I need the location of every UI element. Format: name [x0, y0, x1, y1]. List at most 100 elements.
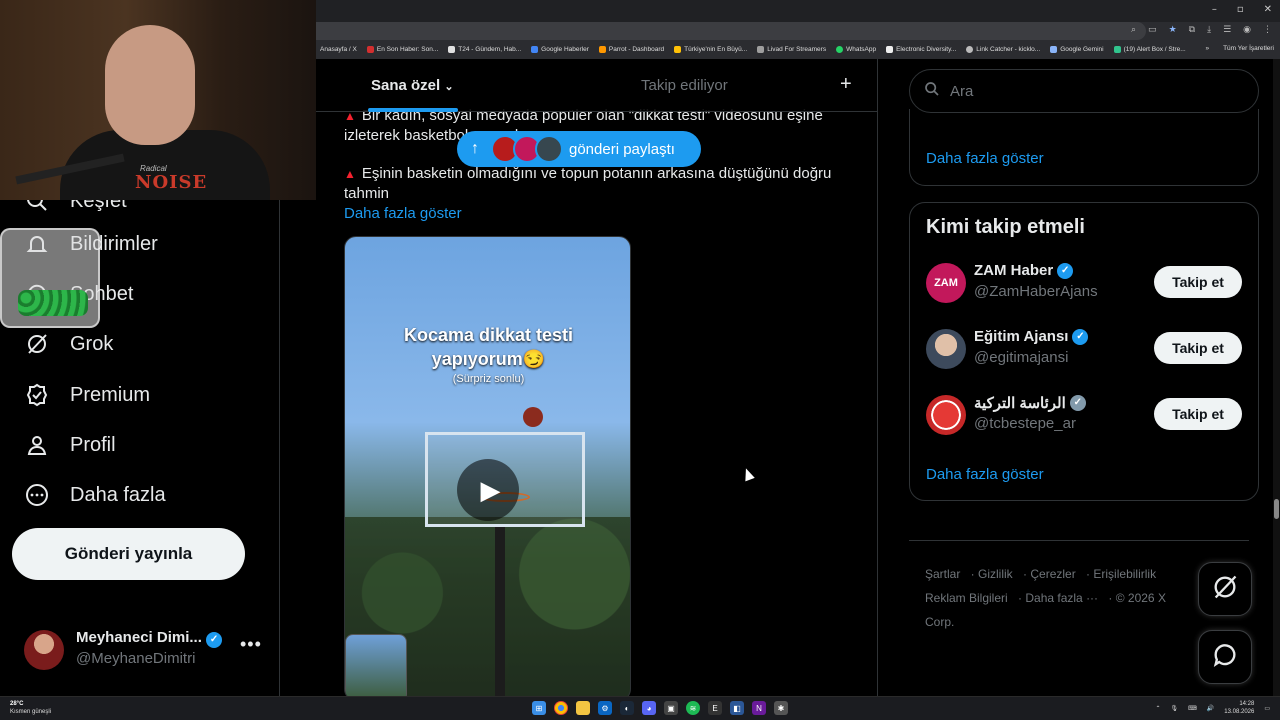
bookmarks-overflow[interactable]: »	[1205, 45, 1209, 52]
show-more-link[interactable]: Daha fazla göster	[926, 466, 1044, 483]
messages-fab[interactable]	[1198, 630, 1252, 684]
time: 14:28	[1239, 701, 1255, 707]
webcam-person-head	[105, 25, 195, 145]
trends-card: Daha fazla göster	[909, 109, 1259, 186]
epic-games-icon[interactable]: E	[708, 701, 722, 715]
app-icon[interactable]: ✱	[774, 701, 788, 715]
chevron-up-icon[interactable]: ⌃	[1155, 705, 1160, 712]
grok-icon	[1211, 573, 1239, 606]
tab-for-you[interactable]: Sana özel ⌄	[371, 77, 454, 94]
video-player[interactable]: Kocama dikkat testi yapıyorum😏 (Sürpriz s…	[344, 236, 631, 696]
footer-link[interactable]: Erişilebilirlik	[1093, 567, 1156, 581]
chrome-icon[interactable]	[554, 701, 568, 715]
account-switcher[interactable]: Meyhaneci Dimi... ✓ @MeyhaneDimitri •••	[24, 626, 264, 676]
all-bookmarks[interactable]: Tüm Yer İşaretleri	[1223, 45, 1274, 52]
app-icon[interactable]: N	[752, 701, 766, 715]
right-sidebar: Daha fazla göster Ara Kimi takip etmeli …	[878, 59, 1280, 696]
bookmark[interactable]: Electronic Diversity...	[886, 46, 956, 53]
clover-jar-overlay	[0, 228, 100, 328]
app-icon[interactable]: ⚙	[598, 701, 612, 715]
follow-button[interactable]: Takip et	[1154, 332, 1242, 364]
new-posts-pill[interactable]: ↑ gönderi paylaştı	[457, 131, 701, 167]
footer-link[interactable]: Şartlar	[925, 567, 960, 581]
bookmark[interactable]: (19) Alert Box / Stre...	[1113, 46, 1186, 53]
avatar	[926, 329, 966, 369]
app-icon[interactable]: ◧	[730, 701, 744, 715]
account-name: Meyhaneci Dimi... ✓	[76, 629, 223, 648]
follow-button[interactable]: Takip et	[1154, 266, 1242, 298]
footer-link[interactable]: Reklam Bilgileri	[925, 591, 1008, 605]
bookmark[interactable]: En Son Haber: Son...	[366, 46, 438, 53]
post-button[interactable]: Gönderi yayınla	[12, 528, 245, 580]
scrollbar-thumb[interactable]	[1274, 499, 1279, 519]
gemini-icon	[1050, 46, 1058, 53]
tab-search-icon[interactable]: ☰	[1223, 25, 1231, 35]
nav-profile[interactable]: Profil	[24, 432, 116, 458]
caption-line: yapıyorum😏	[431, 349, 546, 369]
bookmark[interactable]: Link Catcher - kicklo...	[966, 46, 1040, 53]
show-more-link[interactable]: Daha fazla göster	[926, 150, 1044, 167]
bookmark-label: Link Catcher - kicklo...	[976, 46, 1041, 53]
user-name: ZAM Haber ✓	[974, 262, 1074, 279]
more-circle-icon	[24, 482, 50, 508]
account-more-icon[interactable]: •••	[240, 634, 262, 655]
download-icon[interactable]: ⤓	[1207, 25, 1211, 35]
tab-following[interactable]: Takip ediliyor	[641, 77, 728, 94]
footer-link[interactable]: Çerezler	[1030, 567, 1075, 581]
page-scrollbar[interactable]	[1273, 59, 1280, 696]
follow-suggestion[interactable]: Eğitim Ajansı ✓ @egitimajansi Takip et	[926, 327, 1246, 371]
bookmark[interactable]: Türkiye'nin En Büyü...	[674, 46, 747, 53]
who-to-follow-card: Kimi takip etmeli ZAM ZAM Haber ✓ @ZamHab…	[909, 202, 1259, 501]
cast-icon[interactable]: ▭	[1148, 25, 1157, 35]
close-button[interactable]: ✕	[1264, 4, 1272, 15]
extensions-icon[interactable]: ⧉	[1189, 25, 1195, 35]
search-input[interactable]: Ara	[909, 69, 1259, 113]
bookmark[interactable]: Google Haberler	[531, 46, 589, 53]
star-icon[interactable]: ★	[1169, 25, 1177, 35]
spotify-icon[interactable]: ≋	[686, 701, 700, 715]
tab-label: Sana özel	[371, 77, 441, 94]
bookmark[interactable]: WhatsApp	[836, 46, 876, 53]
chat-icon	[1211, 641, 1239, 674]
weather-widget[interactable]: 28°C Kısmen güneşli	[10, 700, 51, 716]
footer-link[interactable]: Daha fazla ···	[1025, 591, 1098, 605]
user-name-text: الرئاسة التركية	[974, 395, 1066, 412]
bookmark[interactable]: Livad For Streamers	[757, 46, 826, 53]
follow-suggestion[interactable]: الرئاسة التركية ✓ @tcbestepe_ar Takip et	[926, 393, 1246, 437]
follow-suggestion[interactable]: ZAM ZAM Haber ✓ @ZamHaberAjans Takip et	[926, 261, 1246, 305]
profile-icon[interactable]: ◉	[1243, 25, 1251, 35]
bookmark[interactable]: T24 - Gündem, Hab...	[448, 46, 521, 53]
microphone-icon[interactable]: 🎙	[1171, 705, 1179, 712]
steam-icon[interactable]: ◐	[620, 701, 634, 715]
address-field[interactable]	[316, 22, 1146, 40]
play-icon[interactable]: ▶	[457, 459, 519, 521]
footer-link[interactable]: Gizlilik	[978, 567, 1013, 581]
nav-grok[interactable]: Grok	[24, 331, 113, 357]
bookmark-label: Google Gemini	[1060, 46, 1104, 53]
notification-icon[interactable]: ▭	[1264, 705, 1270, 712]
zoom-icon[interactable]: ⌕	[1131, 25, 1136, 35]
discord-icon[interactable]: ◕	[642, 701, 656, 715]
nav-premium[interactable]: Premium	[24, 382, 150, 408]
app-icon[interactable]: ▣	[664, 701, 678, 715]
timeline-tabs: Sana özel ⌄ Takip ediliyor +	[316, 59, 877, 112]
bookmark[interactable]: Parrot - Dashboard	[598, 46, 664, 53]
clock[interactable]: 14:28 13.08.2026	[1224, 700, 1254, 716]
add-tab-icon[interactable]: +	[840, 73, 852, 96]
grok-icon	[24, 331, 50, 357]
nav-more[interactable]: Daha fazla	[24, 482, 166, 508]
volume-icon[interactable]: 🔊	[1207, 705, 1214, 712]
bookmark[interactable]: Google Gemini	[1050, 46, 1104, 53]
folder-icon[interactable]	[576, 701, 590, 715]
video-thumbnail[interactable]	[345, 634, 407, 696]
menu-icon[interactable]: ⋮	[1263, 25, 1272, 35]
grok-fab[interactable]	[1198, 562, 1252, 616]
show-more-link[interactable]: Daha fazla göster	[344, 205, 462, 222]
network-icon[interactable]: ⌨	[1188, 705, 1197, 712]
follow-button[interactable]: Takip et	[1154, 398, 1242, 430]
start-icon[interactable]: ⊞	[532, 701, 546, 715]
user-handle: @egitimajansi	[974, 349, 1069, 366]
minimize-button[interactable]: –	[1212, 4, 1217, 15]
bookmark[interactable]: Anasayfa / X	[320, 46, 357, 53]
maximize-button[interactable]: ▫	[1237, 4, 1244, 15]
